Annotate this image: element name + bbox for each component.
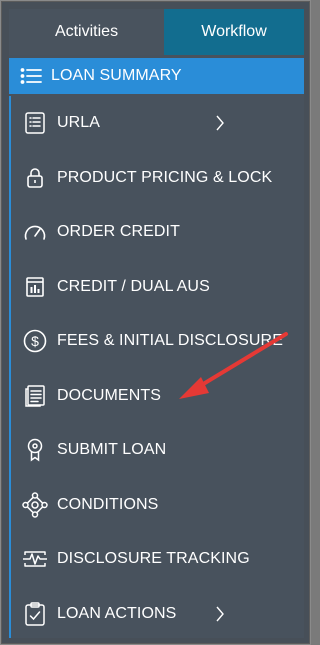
gauge-icon bbox=[15, 218, 55, 246]
menu-item-fees-disclosure[interactable]: $ FEES & INITIAL DISCLOSURE bbox=[9, 314, 304, 369]
menu-label: CREDIT / DUAL AUS bbox=[57, 277, 210, 295]
menu-label: DOCUMENTS bbox=[57, 386, 162, 404]
menu-item-submit-loan[interactable]: SUBMIT LOAN bbox=[9, 423, 304, 478]
menu-label: PRODUCT PRICING & LOCK bbox=[57, 168, 273, 186]
menu-item-order-credit[interactable]: ORDER CREDIT bbox=[9, 205, 304, 260]
menu-item-disclosure-tracking[interactable]: DISCLOSURE TRACKING bbox=[9, 532, 304, 587]
navigation-panel: Activities Workflow LOAN SUMMARY URLA PR… bbox=[9, 9, 304, 638]
menu-item-documents[interactable]: DOCUMENTS bbox=[9, 368, 304, 423]
bar-chart-icon bbox=[15, 273, 55, 301]
menu-label: LOAN ACTIONS bbox=[57, 604, 177, 622]
menu-item-loan-summary[interactable]: LOAN SUMMARY bbox=[9, 58, 304, 94]
chevron-right-icon[interactable] bbox=[213, 604, 227, 624]
activity-menu: LOAN SUMMARY URLA PRODUCT PRICING & LOCK… bbox=[9, 58, 304, 638]
menu-item-urla[interactable]: URLA bbox=[9, 96, 304, 151]
clipboard-check-icon bbox=[15, 600, 55, 628]
menu-item-product-pricing[interactable]: PRODUCT PRICING & LOCK bbox=[9, 150, 304, 205]
document-icon bbox=[15, 382, 55, 410]
network-icon bbox=[15, 491, 55, 519]
menu-label: LOAN SUMMARY bbox=[51, 67, 182, 84]
window-frame: Activities Workflow LOAN SUMMARY URLA PR… bbox=[0, 0, 311, 645]
menu-item-credit-dual-aus[interactable]: CREDIT / DUAL AUS bbox=[9, 259, 304, 314]
menu-label: SUBMIT LOAN bbox=[57, 441, 167, 459]
tab-workflow[interactable]: Workflow bbox=[164, 9, 304, 55]
menu-label: DISCLOSURE TRACKING bbox=[57, 550, 250, 568]
tab-activities[interactable]: Activities bbox=[9, 9, 164, 55]
menu-label: CONDITIONS bbox=[57, 495, 159, 513]
menu-label: ORDER CREDIT bbox=[57, 223, 180, 241]
menu-label: FEES & INITIAL DISCLOSURE bbox=[57, 332, 283, 350]
menu-item-loan-actions[interactable]: LOAN ACTIONS bbox=[9, 586, 304, 638]
pulse-icon bbox=[15, 545, 55, 573]
chevron-right-icon[interactable] bbox=[213, 113, 227, 133]
tab-bar: Activities Workflow bbox=[9, 9, 304, 55]
menu-item-conditions[interactable]: CONDITIONS bbox=[9, 477, 304, 532]
ribbon-icon bbox=[15, 436, 55, 464]
form-icon bbox=[15, 109, 55, 137]
lock-icon bbox=[15, 164, 55, 192]
dollar-circle-icon: $ bbox=[15, 327, 55, 355]
list-icon bbox=[15, 62, 47, 90]
menu-label: URLA bbox=[57, 114, 101, 132]
svg-text:$: $ bbox=[31, 333, 39, 349]
